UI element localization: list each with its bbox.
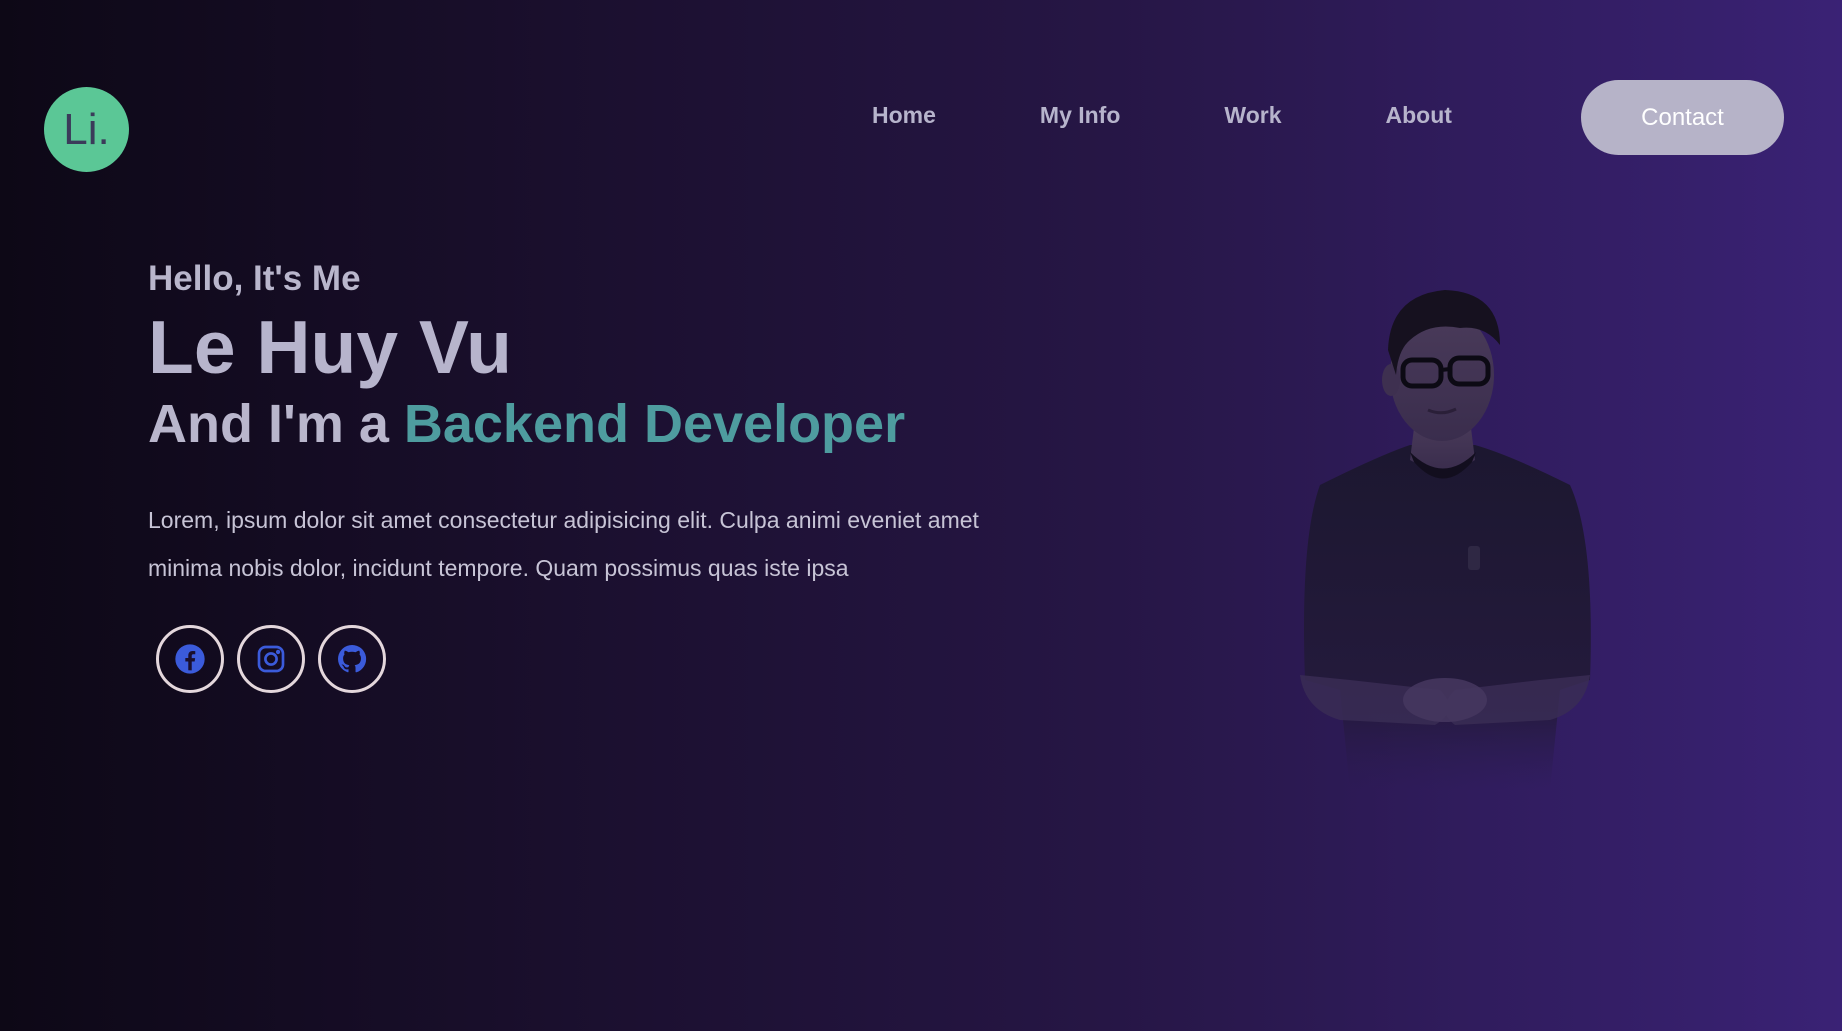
nav-link-work[interactable]: Work [1224, 102, 1281, 129]
nav-link-my-info[interactable]: My Info [1040, 102, 1121, 129]
github-link[interactable] [318, 625, 386, 693]
github-icon [338, 644, 367, 673]
hero-description: Lorem, ipsum dolor sit amet consectetur … [148, 507, 979, 581]
logo[interactable]: Li. [44, 87, 129, 172]
hero-role-line: And I'm a Backend Developer [148, 392, 1048, 456]
instagram-link[interactable] [237, 625, 305, 693]
facebook-icon [175, 644, 205, 674]
main-nav: Home My Info Work About [820, 102, 1504, 129]
social-links [156, 625, 399, 693]
profile-portrait [1300, 290, 1591, 790]
contact-button[interactable]: Contact [1581, 80, 1784, 155]
hero-section: Hello, It's Me Le Huy Vu And I'm a Backe… [148, 258, 1048, 592]
hero-name: Le Huy Vu [148, 305, 512, 389]
instagram-icon [257, 645, 285, 673]
hero-greeting: Hello, It's Me [148, 259, 361, 298]
hero-role-prefix: And I'm a [148, 394, 404, 454]
nav-link-home[interactable]: Home [872, 102, 936, 129]
nav-link-about[interactable]: About [1386, 102, 1452, 129]
facebook-link[interactable] [156, 625, 224, 693]
hero-role: Backend Developer [403, 394, 906, 454]
